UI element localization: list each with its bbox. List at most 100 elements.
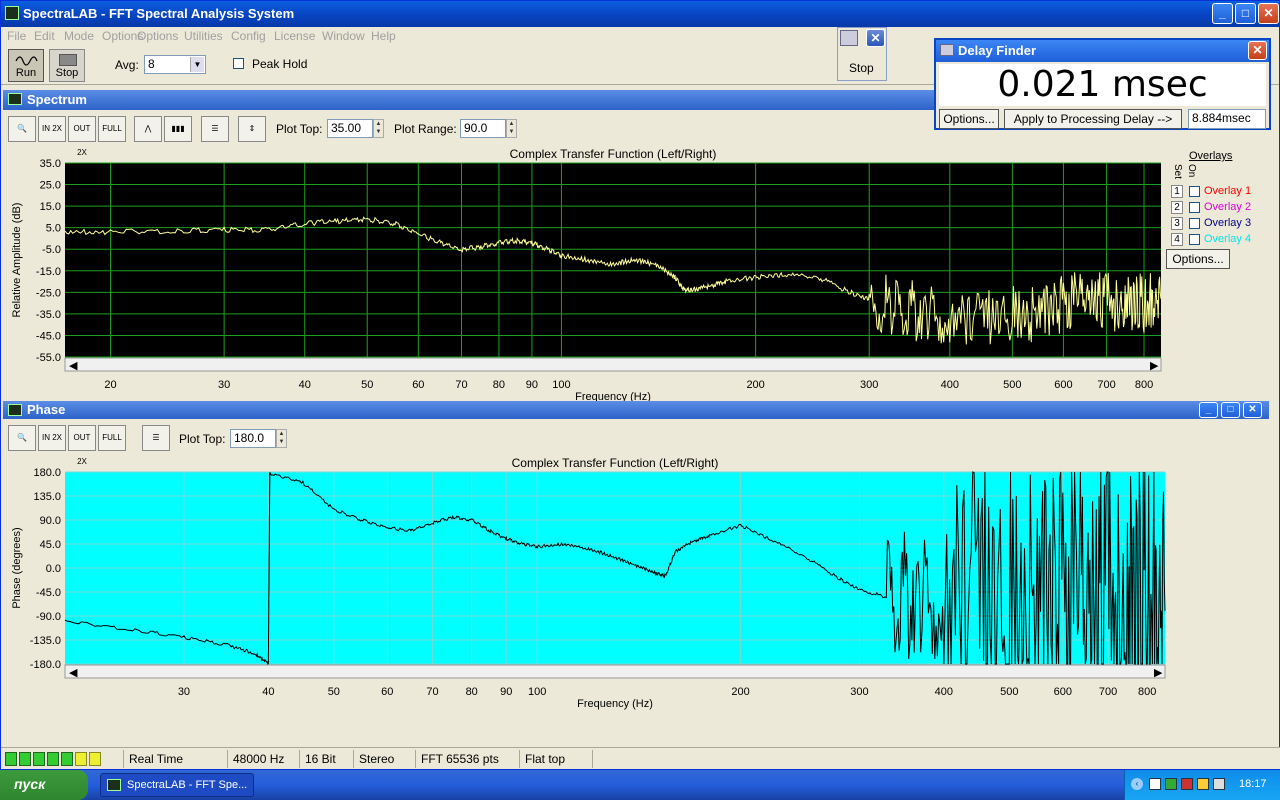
delay-value-display: 0.021 msec — [939, 64, 1266, 106]
menu-file[interactable]: File — [7, 29, 26, 43]
y-axis-label: Relative Amplitude (dB) — [11, 203, 23, 318]
avg-value: 8 — [148, 57, 155, 71]
tray-icon-4[interactable] — [1197, 778, 1209, 790]
spectrum-chart[interactable]: 20 30 40 50 60 70 80 90 100 200 300 400 500 600 700 800… — [3, 110, 1163, 404]
y-tick-label: 90.0 — [40, 515, 61, 527]
phase-close-button[interactable]: ✕ — [1243, 402, 1262, 418]
menu-options[interactable]: Options — [137, 29, 178, 43]
delay-input[interactable]: 8.884msec — [1188, 109, 1266, 129]
x-tick-label: 100 — [528, 686, 546, 698]
x-tick-label: 50 — [328, 686, 340, 698]
overlays-title: Overlays — [1189, 150, 1233, 162]
stop-window-label[interactable]: Stop — [849, 61, 874, 75]
overlay-set-button[interactable]: 3 — [1171, 217, 1183, 230]
y-tick-label: 135.0 — [33, 491, 61, 503]
x-tick-label: 700 — [1099, 686, 1117, 698]
avg-select[interactable]: 8 ▼ — [144, 55, 206, 74]
maximize-button[interactable]: □ — [1235, 3, 1256, 24]
overlay-label: Overlay 1 — [1204, 185, 1252, 197]
status-channels: Stereo — [353, 750, 415, 768]
scroll-left-icon: ◀ — [69, 667, 78, 679]
minimize-button[interactable]: _ — [1212, 3, 1233, 24]
overlay-on-checkbox[interactable] — [1189, 234, 1200, 245]
menu-mode[interactable]: Mode — [64, 29, 94, 43]
menu-license[interactable]: License — [274, 29, 315, 43]
stop-label: Stop — [55, 67, 79, 79]
y-tick-label: 5.0 — [46, 223, 61, 235]
x-tick-label: 500 — [1000, 686, 1018, 698]
clock[interactable]: 18:17 — [1239, 778, 1267, 790]
plot-area — [65, 163, 1161, 357]
x-tick-label: 700 — [1097, 379, 1115, 391]
spectrum-title: Spectrum — [27, 92, 87, 107]
overlay-on-checkbox[interactable] — [1189, 202, 1200, 213]
phase-minimize-button[interactable]: _ — [1199, 402, 1218, 418]
phase-pane: 🔍 IN 2X OUT 2X FULL ☰ Plot Top: 180.0 ▲ ▼… — [3, 419, 1269, 713]
phase-icon — [8, 404, 22, 416]
overlay-label: Overlay 2 — [1204, 201, 1252, 213]
status-bar: Real Time 48000 Hz 16 Bit Stereo FFT 655… — [1, 747, 1280, 769]
tray-volume-icon[interactable] — [1213, 778, 1225, 790]
tray-icon-1[interactable] — [1149, 778, 1161, 790]
y-tick-label: 15.0 — [40, 201, 61, 213]
menu-config[interactable]: Config — [231, 29, 266, 43]
x-tick-label: 30 — [218, 379, 230, 391]
overlay-on-checkbox[interactable] — [1189, 186, 1200, 197]
x-axis-label: Frequency (Hz) — [577, 698, 653, 710]
set-label: Set — [1172, 164, 1183, 180]
phase-pane-title[interactable]: Phase _ □ ✕ — [3, 401, 1269, 419]
overlay-on-checkbox[interactable] — [1189, 218, 1200, 229]
run-button[interactable]: Run — [8, 49, 44, 82]
x-tick-label: 800 — [1135, 379, 1153, 391]
x-tick-label: 20 — [104, 379, 116, 391]
tray-icon-2[interactable] — [1165, 778, 1177, 790]
overlay-set-button[interactable]: 2 — [1171, 201, 1183, 214]
run-wave-icon — [15, 56, 38, 66]
overlay-set-button[interactable]: 4 — [1171, 233, 1183, 246]
level-meter — [5, 752, 121, 766]
apply-processing-delay-button[interactable]: Apply to Processing Delay --> — [1004, 109, 1182, 129]
overlay-label: Overlay 4 — [1204, 233, 1252, 245]
delay-finder-title-bar[interactable]: Delay Finder ✕ — [936, 40, 1269, 62]
overlays-options-button[interactable]: Options... — [1166, 249, 1230, 269]
x-tick-label: 60 — [412, 379, 424, 391]
phase-chart[interactable]: 30 40 50 60 70 80 90 100 200 300 400 500 600 700 800 18… — [3, 419, 1173, 713]
tray-flag-icon[interactable] — [1181, 778, 1193, 790]
phase-title: Phase — [27, 402, 66, 417]
x-tick-label: 80 — [466, 686, 478, 698]
scroll-right-icon: ▶ — [1150, 360, 1159, 372]
taskbar-item-spectralab[interactable]: SpectraLAB - FFT Spe... — [100, 773, 254, 797]
y-tick-label: -180.0 — [30, 659, 61, 671]
menu-utilities[interactable]: Utilities — [184, 29, 223, 43]
phase-maximize-button[interactable]: □ — [1221, 402, 1240, 418]
horizontal-scrollbar — [64, 357, 1162, 372]
close-button[interactable]: ✕ — [1258, 3, 1279, 24]
stop-window-close-button[interactable]: ✕ — [866, 29, 885, 47]
delay-options-button[interactable]: Options... — [939, 109, 999, 129]
x-tick-label: 30 — [178, 686, 190, 698]
scroll-left-icon: ◀ — [69, 360, 78, 372]
horizontal-scrollbar — [64, 664, 1166, 679]
tray-expand-icon[interactable]: ‹ — [1131, 778, 1143, 790]
x-tick-label: 200 — [731, 686, 749, 698]
y-tick-label: -15.0 — [36, 266, 61, 278]
title-bar[interactable]: SpectraLAB - FFT Spectral Analysis Syste… — [1, 1, 1279, 27]
y-tick-label: -135.0 — [30, 635, 61, 647]
menu-edit[interactable]: Edit — [34, 29, 55, 43]
x-tick-label: 100 — [552, 379, 570, 391]
peak-hold-checkbox[interactable] — [233, 58, 244, 69]
menu-help[interactable]: Help — [371, 29, 396, 43]
avg-label: Avg: — [115, 58, 139, 72]
menu-window[interactable]: Window — [322, 29, 365, 43]
run-label: Run — [15, 67, 37, 79]
task-label: SpectraLAB - FFT Spe... — [127, 779, 248, 791]
x-tick-label: 600 — [1054, 379, 1072, 391]
start-button[interactable]: пуск — [0, 770, 88, 800]
stop-button[interactable]: Stop — [49, 49, 85, 82]
y-tick-label: 45.0 — [40, 539, 61, 551]
stop-mini-window: ✕ Stop — [837, 27, 887, 81]
delay-finder-close-button[interactable]: ✕ — [1248, 41, 1267, 60]
delay-finder-window: Delay Finder ✕ 0.021 msec Options... App… — [934, 38, 1271, 130]
overlay-set-button[interactable]: 1 — [1171, 185, 1183, 198]
y-tick-label: -5.0 — [42, 244, 61, 256]
